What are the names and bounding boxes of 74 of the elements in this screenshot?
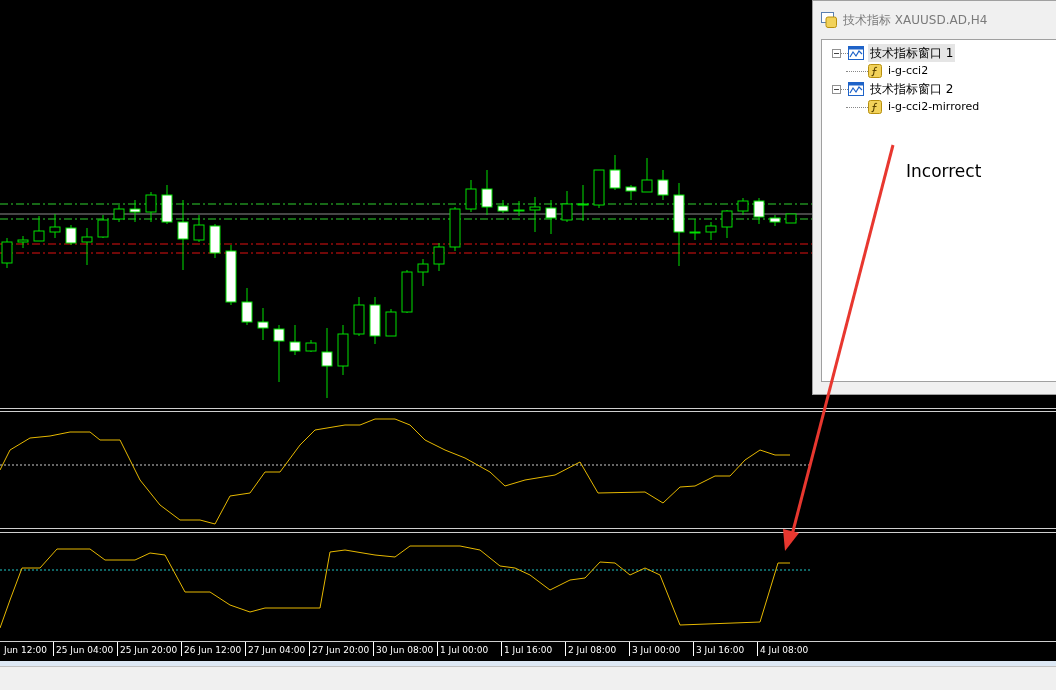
candlestick (609, 154, 621, 191)
candlestick (529, 196, 541, 233)
candlestick (721, 209, 733, 239)
time-axis-label: 27 Jun 04:00 (245, 642, 309, 656)
candlestick (593, 169, 605, 209)
candlestick (129, 199, 141, 223)
time-axis-label: 2 Jul 08:00 (565, 642, 629, 656)
candlestick (321, 327, 333, 399)
candlestick (337, 324, 349, 376)
candlestick (705, 221, 717, 241)
candlestick (753, 197, 765, 225)
annotation-text: Incorrect (906, 160, 982, 183)
time-axis-label: Jun 12:00 (2, 644, 48, 656)
time-axis-label: 3 Jul 16:00 (693, 642, 757, 656)
function-icon (868, 100, 882, 114)
candlestick (401, 269, 413, 314)
candlestick (577, 184, 589, 222)
candlestick (65, 224, 77, 246)
candlestick (417, 258, 429, 287)
candlestick (33, 215, 45, 242)
time-axis-label: 25 Jun 20:00 (117, 642, 181, 656)
candlestick (145, 191, 157, 223)
candlestick (769, 214, 781, 227)
candlestick (561, 190, 573, 223)
candlestick (225, 244, 237, 306)
window-title: 技术指标 XAUUSD.AD,H4 (843, 12, 988, 29)
time-axis-label: 27 Jun 20:00 (309, 642, 373, 656)
chart-window-icon (848, 46, 864, 60)
candlestick (369, 296, 381, 345)
candlestick (641, 157, 653, 193)
candlestick (785, 213, 797, 224)
candlestick (49, 213, 61, 239)
time-axis-label: 26 Jun 12:00 (181, 642, 245, 656)
candlestick (241, 287, 253, 326)
candlestick (385, 308, 397, 337)
indicator-item[interactable]: i-g-cci2-mirrored (888, 98, 980, 116)
time-axis-label: 3 Jul 00:00 (629, 642, 693, 656)
candlestick (449, 206, 461, 252)
time-axis-label: 4 Jul 08:00 (757, 642, 821, 656)
candlestick (497, 199, 509, 214)
window-icon (821, 12, 837, 28)
candlestick (545, 199, 557, 235)
candlestick (113, 204, 125, 223)
collapse-icon[interactable] (832, 48, 841, 58)
candlestick (513, 200, 525, 217)
candlestick (209, 223, 221, 259)
candlestick (465, 179, 477, 213)
candlestick (97, 214, 109, 239)
candlestick (433, 242, 445, 272)
candlestick (353, 296, 365, 337)
chart-window-icon (848, 82, 864, 96)
time-axis-label: 30 Jun 08:00 (373, 642, 437, 656)
candlestick (17, 235, 29, 249)
collapse-icon[interactable] (832, 84, 841, 94)
candlestick (657, 169, 669, 201)
candlestick (273, 324, 285, 383)
candlestick (305, 339, 317, 353)
candlestick (161, 184, 173, 225)
candlestick (689, 218, 701, 241)
candlestick (257, 307, 269, 341)
time-axis-label: 1 Jul 16:00 (501, 642, 565, 656)
indicator-window-item[interactable]: 技术指标窗口 2 (868, 80, 956, 98)
indicator-item[interactable]: i-g-cci2 (888, 62, 929, 80)
candlestick (737, 197, 749, 216)
time-axis-label: 25 Jun 04:00 (53, 642, 117, 656)
candlestick (481, 169, 493, 216)
time-axis-label: 1 Jul 00:00 (437, 642, 501, 656)
candlestick (193, 214, 205, 243)
candlestick (289, 324, 301, 356)
candlestick (177, 199, 189, 271)
function-icon (868, 64, 882, 78)
candlestick (81, 227, 93, 266)
candlestick (625, 184, 637, 201)
indicator-window-item[interactable]: 技术指标窗口 1 (868, 44, 956, 62)
